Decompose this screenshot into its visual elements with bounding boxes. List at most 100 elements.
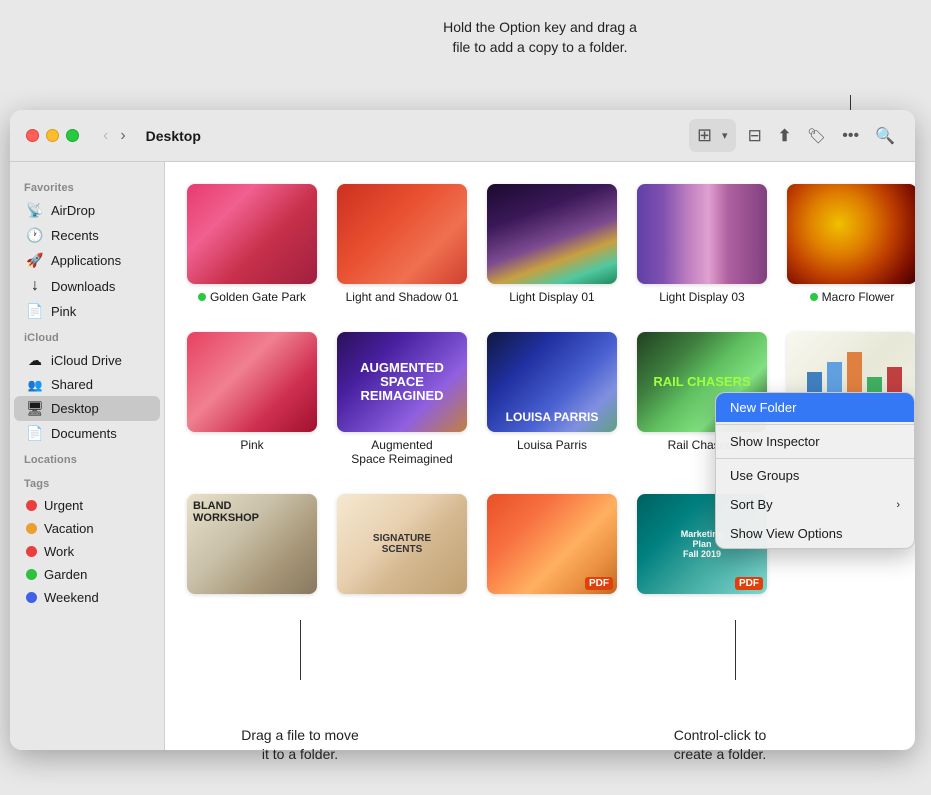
context-menu: New Folder Show Inspector Use Groups Sor…	[715, 392, 915, 549]
group-view-button[interactable]: ⊟	[744, 122, 766, 150]
file-thumb-golden-gate	[187, 184, 317, 284]
annotation-line-bottom-left	[300, 620, 301, 680]
back-button[interactable]: ‹	[99, 125, 112, 147]
file-label-golden-gate: Golden Gate Park	[198, 290, 306, 304]
sidebar-item-icloud-drive-label: iCloud Drive	[51, 353, 122, 368]
sidebar-item-vacation[interactable]: Vacation	[14, 517, 160, 540]
context-menu-item-use-groups[interactable]: Use Groups	[716, 461, 914, 490]
file-thumb-signature: SIGNATURESCENTS	[337, 494, 467, 594]
finder-window: ‹ › Desktop ⊞ ▾ ⊟ ⬆ 🏷 ••• 🔍 Favorites 📡 …	[10, 110, 915, 750]
sidebar-item-pink[interactable]: 📄 Pink	[14, 299, 160, 324]
file-item-pink[interactable]: Pink	[181, 326, 323, 472]
applications-icon: 🚀	[26, 252, 44, 269]
status-dot-macro-flower	[810, 293, 818, 301]
sidebar-item-desktop-label: Desktop	[51, 401, 99, 416]
sidebar-item-icloud-drive[interactable]: ☁ iCloud Drive	[14, 348, 160, 373]
sidebar-item-downloads[interactable]: ↓ Downloads	[14, 273, 160, 299]
file-label-light-shadow: Light and Shadow 01	[346, 290, 459, 304]
annotation-bottom-left: Drag a file to moveit to a folder.	[210, 726, 390, 765]
close-button[interactable]	[26, 129, 39, 142]
context-menu-separator-1	[716, 424, 914, 425]
sidebar: Favorites 📡 AirDrop 🕐 Recents 🚀 Applicat…	[10, 162, 165, 750]
file-item-bland-workshop[interactable]: BLANDWORKSHOP	[181, 488, 323, 606]
file-thumb-augmented: AUGMENTEDSPACEREIMAGINED	[337, 332, 467, 432]
file-item-augmented[interactable]: AUGMENTEDSPACEREIMAGINED AugmentedSpace …	[331, 326, 473, 472]
file-label-augmented: AugmentedSpace Reimagined	[351, 438, 452, 466]
view-chevron-button[interactable]: ▾	[718, 125, 732, 146]
file-item-signature[interactable]: SIGNATURESCENTS	[331, 488, 473, 606]
status-dot-golden-gate	[198, 293, 206, 301]
content-area: Golden Gate Park Light and Shadow 01 Lig…	[165, 162, 915, 750]
sidebar-item-airdrop-label: AirDrop	[51, 203, 95, 218]
file-item-golden-gate[interactable]: Golden Gate Park	[181, 178, 323, 310]
file-item-light-display-03[interactable]: Light Display 03	[631, 178, 773, 310]
share-button[interactable]: ⬆	[774, 122, 795, 150]
zoom-button[interactable]	[66, 129, 79, 142]
sidebar-item-garden[interactable]: Garden	[14, 563, 160, 586]
file-item-macro-flower[interactable]: Macro Flower	[781, 178, 915, 310]
sidebar-item-applications[interactable]: 🚀 Applications	[14, 248, 160, 273]
file-label-macro-flower: Macro Flower	[810, 290, 895, 304]
file-thumb-light-display-03	[637, 184, 767, 284]
recents-icon: 🕐	[26, 227, 44, 244]
sidebar-item-weekend[interactable]: Weekend	[14, 586, 160, 609]
file-label-light-display-03: Light Display 03	[659, 290, 744, 304]
view-toggle[interactable]: ⊞ ▾	[689, 119, 736, 152]
file-item-light-shadow[interactable]: Light and Shadow 01	[331, 178, 473, 310]
sidebar-section-icloud: iCloud	[10, 324, 164, 348]
annotation-bottom-right: Control-click tocreate a folder.	[620, 726, 820, 765]
sidebar-item-weekend-label: Weekend	[44, 590, 99, 605]
forward-button[interactable]: ›	[116, 125, 129, 147]
window-title: Desktop	[146, 128, 201, 144]
context-menu-item-show-inspector[interactable]: Show Inspector	[716, 427, 914, 456]
louisa-overlay-text: LOUISA PARRIS	[487, 410, 617, 424]
file-item-light-display-01[interactable]: Light Display 01	[481, 178, 623, 310]
grid-view-button[interactable]: ⊞	[693, 121, 716, 150]
sidebar-item-urgent[interactable]: Urgent	[14, 494, 160, 517]
shared-icon: 👥	[26, 378, 44, 392]
sidebar-section-tags: Tags	[10, 470, 164, 494]
toolbar-icons: ⊞ ▾ ⊟ ⬆ 🏷 ••• 🔍	[689, 119, 899, 152]
context-menu-item-new-folder[interactable]: New Folder	[716, 393, 914, 422]
context-menu-item-sort-by[interactable]: Sort By ›	[716, 490, 914, 519]
annotation-top: Hold the Option key and drag afile to ad…	[380, 18, 700, 57]
augmented-overlay-text: AUGMENTEDSPACEREIMAGINED	[352, 353, 452, 412]
file-item-louisa-market[interactable]: PDF	[481, 488, 623, 606]
file-thumb-louisa-market: PDF	[487, 494, 617, 594]
more-button[interactable]: •••	[838, 123, 863, 149]
traffic-lights	[26, 129, 79, 142]
file-thumb-macro-flower	[787, 184, 915, 284]
sidebar-item-work-label: Work	[44, 544, 74, 559]
sidebar-item-desktop[interactable]: 🖥 Desktop	[14, 396, 160, 421]
file-thumb-light-shadow	[337, 184, 467, 284]
context-menu-show-view-options-label: Show View Options	[730, 526, 843, 541]
work-tag-dot	[26, 546, 37, 557]
file-item-louisa[interactable]: LOUISA PARRIS Louisa Parris	[481, 326, 623, 472]
sidebar-item-shared[interactable]: 👥 Shared	[14, 373, 160, 396]
nav-buttons: ‹ ›	[99, 125, 130, 147]
search-button[interactable]: 🔍	[871, 122, 899, 150]
file-thumb-light-display-01	[487, 184, 617, 284]
signature-overlay-text: SIGNATURESCENTS	[365, 525, 439, 563]
file-label-louisa: Louisa Parris	[517, 438, 587, 452]
sidebar-item-recents-label: Recents	[51, 228, 99, 243]
sidebar-item-documents[interactable]: 📄 Documents	[14, 421, 160, 446]
marketing-pdf-badge: PDF	[735, 577, 763, 590]
sidebar-item-airdrop[interactable]: 📡 AirDrop	[14, 198, 160, 223]
sidebar-section-favorites: Favorites	[10, 174, 164, 198]
downloads-icon: ↓	[26, 277, 44, 295]
tag-button[interactable]: 🏷	[803, 123, 830, 149]
vacation-tag-dot	[26, 523, 37, 534]
sidebar-item-pink-label: Pink	[51, 304, 76, 319]
sidebar-item-recents[interactable]: 🕐 Recents	[14, 223, 160, 248]
context-menu-sort-by-label: Sort By	[730, 497, 773, 512]
sidebar-item-downloads-label: Downloads	[51, 279, 115, 294]
airdrop-icon: 📡	[26, 202, 44, 219]
sidebar-item-work[interactable]: Work	[14, 540, 160, 563]
minimize-button[interactable]	[46, 129, 59, 142]
context-menu-item-show-view-options[interactable]: Show View Options	[716, 519, 914, 548]
pink-icon: 📄	[26, 303, 44, 320]
sidebar-item-shared-label: Shared	[51, 377, 93, 392]
context-menu-show-inspector-label: Show Inspector	[730, 434, 820, 449]
sidebar-item-vacation-label: Vacation	[44, 521, 94, 536]
